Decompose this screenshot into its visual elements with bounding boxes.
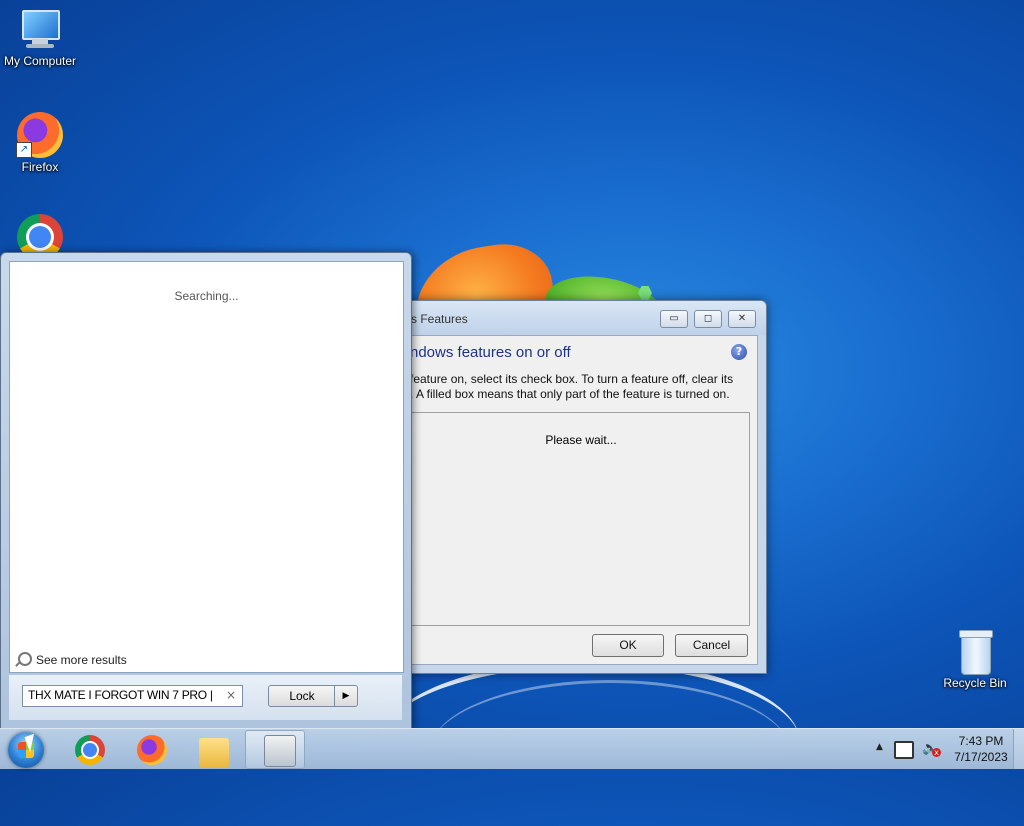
search-results-pane: Searching... See more results	[9, 261, 404, 673]
dialog-description: feature on, select its check box. To tur…	[410, 372, 750, 402]
search-icon	[18, 652, 32, 666]
see-more-results-label: See more results	[36, 653, 127, 667]
shortcut-arrow-icon: ↗	[16, 142, 32, 158]
dialog-description-line: feature on, select its check box. To tur…	[410, 372, 734, 386]
system-tray: ▲ 🔈 x 7:43 PM 7/17/2023	[864, 729, 1024, 769]
desktop-icon-firefox[interactable]: Firefox	[0, 112, 80, 174]
network-icon[interactable]	[894, 741, 914, 759]
windows-features-dialog: s Features ▭ ◻ ✕ ndows features on or of…	[392, 300, 767, 674]
clock[interactable]: 7:43 PM 7/17/2023	[948, 733, 1014, 765]
taskbar-app-chrome[interactable]	[60, 730, 118, 767]
dialog-heading: ndows features on or off	[410, 344, 571, 361]
maximize-button[interactable]: ◻	[694, 310, 722, 328]
desktop-icon-label: My Computer	[3, 54, 77, 68]
dialog-title: s Features	[411, 312, 468, 326]
windows-features-icon	[264, 735, 296, 767]
desktop-icon-label: Recycle Bin	[943, 676, 1007, 690]
ok-button[interactable]: OK	[592, 634, 664, 657]
lock-options-arrow-button[interactable]: ▶	[334, 685, 358, 707]
desktop-icon-recycle-bin[interactable]: Recycle Bin	[935, 630, 1015, 690]
search-input-value: THX MATE I FORGOT WIN 7 PRO |	[28, 688, 213, 702]
dialog-body: ndows features on or off ? feature on, s…	[401, 335, 758, 665]
help-icon[interactable]: ?	[731, 344, 747, 360]
lock-button[interactable]: Lock	[268, 685, 335, 707]
computer-icon	[18, 8, 62, 52]
dialog-titlebar[interactable]: s Features ▭ ◻ ✕	[393, 301, 766, 335]
searching-text: Searching...	[174, 289, 239, 303]
folder-icon	[199, 738, 229, 768]
desktop-icon-my-computer[interactable]: My Computer	[0, 8, 80, 68]
show-desktop-button[interactable]	[1013, 729, 1024, 769]
close-button[interactable]: ✕	[728, 310, 756, 328]
cancel-button[interactable]: Cancel	[675, 634, 748, 657]
start-search-bar: THX MATE I FORGOT WIN 7 PRO | × Lock ▶	[9, 675, 402, 720]
taskbar-app-explorer[interactable]	[184, 730, 242, 768]
start-search-input[interactable]: THX MATE I FORGOT WIN 7 PRO | ×	[22, 685, 243, 707]
mute-icon: x	[932, 748, 941, 757]
minimize-button[interactable]: ▭	[660, 310, 688, 328]
please-wait-text: Please wait...	[545, 433, 617, 447]
taskbar: ▲ 🔈 x 7:43 PM 7/17/2023	[0, 728, 1024, 769]
firefox-icon	[137, 735, 167, 765]
see-more-results-link[interactable]: See more results	[18, 652, 127, 667]
clear-search-icon[interactable]: ×	[226, 688, 236, 702]
show-hidden-icons-button[interactable]: ▲	[876, 742, 883, 752]
chrome-icon	[75, 735, 105, 765]
features-list[interactable]: Please wait...	[410, 412, 750, 626]
clock-date: 7/17/2023	[954, 750, 1008, 764]
clock-time: 7:43 PM	[958, 734, 1004, 748]
dialog-description-line: . A filled box means that only part of t…	[410, 387, 730, 401]
desktop-icon-label: Firefox	[21, 160, 59, 174]
taskbar-app-firefox[interactable]	[122, 730, 180, 767]
taskbar-app-windows-features[interactable]	[245, 730, 305, 769]
start-menu: Searching... See more results THX MATE I…	[0, 252, 412, 730]
recycle-bin-icon	[957, 630, 993, 675]
